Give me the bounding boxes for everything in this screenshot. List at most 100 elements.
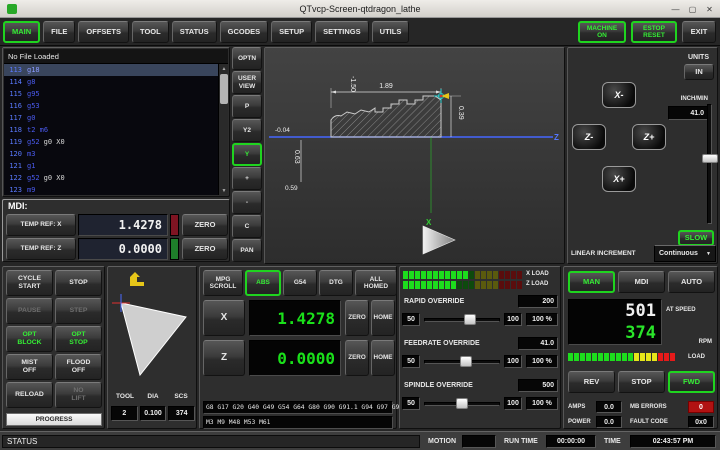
spindle-stop-button[interactable]: STOP	[618, 371, 665, 393]
zero-z-button[interactable]: ZERO	[182, 238, 228, 260]
units-in-button[interactable]: IN	[684, 64, 714, 80]
active-mcodes: M3 M9 M48 M53 M61	[203, 416, 393, 429]
tab-file[interactable]: FILE	[43, 21, 75, 43]
meter-segment	[568, 353, 573, 361]
mode-buttons: MANMDIAUTO	[568, 271, 715, 293]
feedrate-override-slider[interactable]	[424, 355, 500, 368]
gcode-line[interactable]: 122g52g0 X0	[4, 172, 228, 184]
zero-x-button[interactable]: ZERO	[182, 214, 228, 236]
spindle-override-slider[interactable]	[424, 397, 500, 410]
gcode-line[interactable]: 117g0	[4, 112, 228, 124]
gcode-line[interactable]: 123m9	[4, 184, 228, 195]
gcode-line[interactable]: 121g1	[4, 160, 228, 172]
mb-errors-value: 0	[688, 401, 714, 413]
tab-offsets[interactable]: OFFSETS	[78, 21, 129, 43]
view-y2-button[interactable]: Y2	[232, 119, 262, 142]
toolpath-view[interactable]: 1.89 -1.50 0.39 -0.04 0.63 0.59 Z X	[265, 48, 564, 263]
tab-utils[interactable]: UTILS	[372, 21, 410, 43]
meter-segment	[664, 353, 669, 361]
slider-handle[interactable]	[464, 314, 476, 325]
no-lift-button[interactable]: NO LIFT	[55, 382, 102, 408]
x-load-meter	[403, 271, 523, 279]
scroll-up-icon[interactable]: ▲	[219, 64, 228, 73]
tab-main[interactable]: MAIN	[3, 21, 40, 43]
home-z-button[interactable]: HOME	[371, 340, 395, 376]
gcode-listing[interactable]: 113g18114g8115g95116g53117g0118t2 m6119g…	[4, 64, 228, 195]
maximize-button[interactable]: ▢	[686, 3, 699, 15]
increment-value: Continuous	[659, 250, 698, 257]
mist-off-button[interactable]: MIST OFF	[6, 354, 53, 380]
meter-segment	[574, 353, 579, 361]
gcode-line[interactable]: 115g95	[4, 88, 228, 100]
all-homed-button[interactable]: ALL HOMED	[355, 270, 397, 296]
gcode-scrollbar[interactable]: ▲ ▼	[218, 64, 228, 195]
gcode-line[interactable]: 113g18	[4, 64, 228, 76]
mpg-scroll-button[interactable]: MPG SCROLL	[203, 270, 243, 296]
step-button[interactable]: STEP	[55, 298, 102, 324]
close-button[interactable]: ✕	[703, 3, 716, 15]
scroll-down-icon[interactable]: ▼	[219, 186, 228, 195]
x-axis-label: X	[426, 218, 432, 227]
tab-status[interactable]: STATUS	[172, 21, 217, 43]
gcode-line[interactable]: 116g53	[4, 100, 228, 112]
jog-z-minus-button[interactable]: Z-	[572, 124, 606, 150]
slider-handle[interactable]	[702, 154, 718, 163]
opt-stop-button[interactable]: OPT STOP	[55, 326, 102, 352]
slow-button[interactable]: SLOW	[678, 230, 714, 246]
view-+-button[interactable]: +	[232, 167, 262, 190]
estop-reset-button[interactable]: ESTOP RESET	[631, 21, 677, 43]
spindle-rev-button[interactable]: REV	[568, 371, 615, 393]
slider-handle[interactable]	[456, 398, 468, 409]
gcode-line[interactable]: 118t2 m6	[4, 124, 228, 136]
view-y-button[interactable]: Y	[232, 143, 262, 166]
view-pan-button[interactable]: PAN	[232, 239, 262, 262]
jog-panel: UNITS IN X- Z- Z+ X+ INCH/MIN 41.0 SLOW …	[567, 47, 718, 264]
view-p-button[interactable]: P	[232, 95, 262, 118]
dtg-button[interactable]: DTG	[319, 270, 353, 296]
gcode-line[interactable]: 119g52g0 X0	[4, 136, 228, 148]
minimize-button[interactable]: —	[669, 3, 682, 15]
view-optn-button[interactable]: OPTN	[232, 47, 262, 70]
gremlin-preview-panel[interactable]: 1.89 -1.50 0.39 -0.04 0.63 0.59 Z X	[264, 47, 565, 264]
zero-z-dro-button[interactable]: ZERO	[345, 340, 369, 376]
tab-gcodes[interactable]: GCODES	[220, 21, 269, 43]
increment-combobox[interactable]: Continuous ▼	[654, 245, 716, 262]
tab-tool[interactable]: TOOL	[132, 21, 169, 43]
meter-segment	[616, 353, 621, 361]
chevron-down-icon: ▼	[706, 251, 711, 257]
tab-settings[interactable]: SETTINGS	[315, 21, 369, 43]
machine-on-button[interactable]: MACHINE ON	[578, 21, 626, 43]
rapid-override-slider[interactable]	[424, 313, 500, 326]
home-x-button[interactable]: HOME	[371, 300, 395, 336]
auto-mode-button[interactable]: AUTO	[668, 271, 715, 293]
axis-x-button[interactable]: X	[203, 300, 245, 336]
scrollbar-thumb[interactable]	[220, 74, 228, 104]
jog-rate-slider[interactable]	[702, 104, 718, 224]
slider-handle[interactable]	[460, 356, 472, 367]
meter-segment	[493, 281, 498, 289]
jog-z-plus-button[interactable]: Z+	[632, 124, 666, 150]
axis-z-button[interactable]: Z	[203, 340, 245, 376]
gcode-line[interactable]: 114g8	[4, 76, 228, 88]
jog-x-minus-button[interactable]: X-	[602, 82, 636, 108]
abs-button[interactable]: ABS	[245, 270, 281, 296]
mdi-mode-button[interactable]: MDI	[618, 271, 665, 293]
man-mode-button[interactable]: MAN	[568, 271, 615, 293]
pause-button[interactable]: PAUSE	[6, 298, 53, 324]
stop-button[interactable]: STOP	[55, 270, 102, 296]
jog-x-plus-button[interactable]: X+	[602, 166, 636, 192]
zero-x-dro-button[interactable]: ZERO	[345, 300, 369, 336]
g54-button[interactable]: G54	[283, 270, 317, 296]
meter-segment	[457, 271, 462, 279]
tab-setup[interactable]: SETUP	[271, 21, 312, 43]
opt-block-button[interactable]: OPT BLOCK	[6, 326, 53, 352]
cycle-start-button[interactable]: CYCLE START	[6, 270, 53, 296]
gcode-line[interactable]: 120m3	[4, 148, 228, 160]
view-c-button[interactable]: C	[232, 215, 262, 238]
exit-button[interactable]: EXIT	[682, 21, 716, 43]
view-user-view-button[interactable]: USER VIEW	[232, 71, 262, 94]
spindle-fwd-button[interactable]: FWD	[668, 371, 715, 393]
reload-button[interactable]: RELOAD	[6, 382, 53, 408]
flood-off-button[interactable]: FLOOD OFF	[55, 354, 102, 380]
view---button[interactable]: -	[232, 191, 262, 214]
